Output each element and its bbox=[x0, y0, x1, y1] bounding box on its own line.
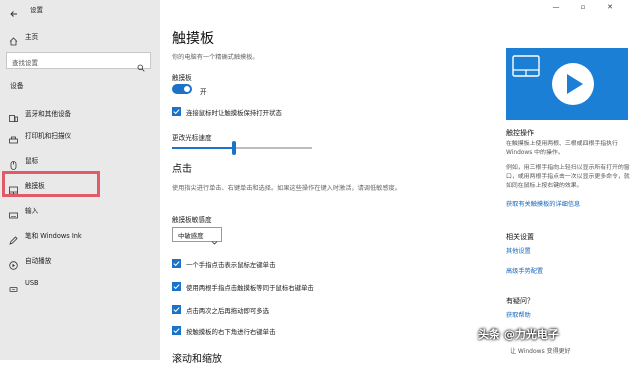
maximize-button[interactable]: ▫ bbox=[573, 3, 593, 13]
touchpad-toggle[interactable] bbox=[172, 84, 192, 94]
keyboard-icon bbox=[9, 205, 18, 219]
speed-label: 更改光标速度 bbox=[172, 134, 212, 142]
sidebar-item-label: 鼠标 bbox=[25, 157, 39, 165]
option-checkbox-3[interactable] bbox=[172, 305, 181, 314]
sidebar-item-pen[interactable]: 笔和 Windows Ink bbox=[0, 225, 160, 245]
watermark: 头条 @力光电子 bbox=[478, 328, 559, 341]
option-label-3: 点击两次之后再拖动即可多选 bbox=[186, 307, 270, 315]
sidebar-item-label: 笔和 Windows Ink bbox=[25, 232, 82, 240]
sidebar-item-input[interactable]: 输入 bbox=[0, 200, 160, 220]
checkmark-icon bbox=[173, 284, 180, 290]
checkmark-icon bbox=[173, 307, 180, 313]
usb-icon bbox=[9, 279, 18, 292]
search-placeholder: 查找设置 bbox=[12, 59, 38, 67]
keep-on-label: 连接鼠标时让触摸板保持打开状态 bbox=[186, 109, 282, 117]
sensitivity-select[interactable]: 中敏感度 bbox=[172, 227, 222, 245]
autoplay-icon bbox=[9, 255, 18, 270]
home-icon bbox=[9, 31, 18, 46]
help-link[interactable]: 获取帮助 bbox=[506, 310, 531, 319]
next-heading: 滚动和缩放 bbox=[172, 354, 222, 365]
mouse-icon bbox=[9, 155, 18, 170]
sidebar-item-bluetooth[interactable]: 蓝牙和其他设备 bbox=[0, 103, 160, 123]
option-label-1: 一个手指点击表示鼠标左键单击 bbox=[186, 261, 276, 269]
touchpad-label: 触摸板 bbox=[172, 74, 192, 82]
sidebar-item-usb[interactable]: USB bbox=[0, 274, 160, 294]
sensitivity-value: 中敏感度 bbox=[178, 232, 204, 240]
sidebar-item-label: 蓝牙和其他设备 bbox=[25, 110, 72, 118]
page-title: 触摸板 bbox=[172, 31, 214, 47]
sidebar-item-label: USB bbox=[25, 279, 39, 287]
related-heading: 相关设置 bbox=[506, 233, 534, 241]
question-heading: 有疑问？ bbox=[506, 297, 534, 305]
sidebar-item-label: 输入 bbox=[25, 207, 39, 215]
window-title: 设置 bbox=[30, 6, 43, 14]
related-link-other[interactable]: 其他设置 bbox=[506, 246, 531, 255]
selection-highlight bbox=[2, 171, 100, 197]
sensitivity-label: 触摸板敏感度 bbox=[172, 216, 212, 224]
pen-icon bbox=[9, 230, 18, 245]
toggle-knob bbox=[184, 86, 190, 92]
sidebar-item-printers[interactable]: 打印机和扫描仪 bbox=[0, 125, 160, 145]
search-input[interactable]: 查找设置 bbox=[6, 52, 151, 72]
speed-slider-fill bbox=[172, 147, 234, 149]
printer-icon bbox=[9, 130, 18, 144]
gesture-link[interactable]: 获取有关触摸板的详细信息 bbox=[506, 199, 580, 208]
sidebar-item-label: 自动播放 bbox=[25, 257, 52, 265]
tap-heading: 点击 bbox=[172, 164, 192, 175]
related-link-advanced[interactable]: 高级手势配置 bbox=[506, 266, 543, 275]
option-label-2: 使用两根手指点击触摸板等同于鼠标右键单击 bbox=[186, 284, 314, 292]
sidebar-item-label: 主页 bbox=[25, 33, 39, 41]
gesture-heading: 触控操作 bbox=[506, 129, 534, 137]
sidebar-item-label: 打印机和扫描仪 bbox=[25, 132, 72, 140]
gesture-video[interactable] bbox=[506, 48, 628, 120]
checkmark-icon bbox=[173, 109, 180, 115]
page-subtitle: 你的电脑有一个精确式触摸板。 bbox=[172, 54, 259, 61]
option-checkbox-1[interactable] bbox=[172, 259, 181, 268]
gesture-text: 在触摸板上使用两根、三根或四根手指执行 Windows 中的操作。 bbox=[506, 141, 618, 156]
chevron-down-icon bbox=[211, 231, 218, 245]
sidebar-item-home[interactable]: 主页 bbox=[0, 26, 160, 46]
search-icon[interactable] bbox=[137, 57, 145, 72]
toggle-state-label: 开 bbox=[200, 88, 207, 96]
option-label-4: 按触摸板的右下角进行右键单击 bbox=[186, 328, 276, 336]
sidebar-item-mouse[interactable]: 鼠标 bbox=[0, 150, 160, 170]
option-checkbox-4[interactable] bbox=[172, 326, 181, 335]
keep-on-checkbox[interactable] bbox=[172, 107, 181, 116]
close-button[interactable]: ✕ bbox=[600, 3, 620, 13]
minimize-button[interactable]: — bbox=[546, 3, 566, 13]
gesture-text-2: 例如，用三根手指向上轻扫以显示所有打开的窗口，或用两根手指点击一次以显示更多命令… bbox=[506, 165, 630, 189]
back-arrow-icon[interactable] bbox=[10, 3, 18, 22]
touchpad-illustration-icon bbox=[512, 55, 594, 105]
section-heading: 设备 bbox=[10, 82, 24, 90]
option-checkbox-2[interactable] bbox=[172, 282, 181, 291]
checkmark-icon bbox=[173, 328, 180, 334]
bluetooth-icon bbox=[9, 108, 18, 122]
watermark-sub: 让 Windows 变得更好 bbox=[510, 348, 571, 355]
speed-slider-thumb[interactable] bbox=[231, 141, 236, 155]
sidebar-item-autoplay[interactable]: 自动播放 bbox=[0, 250, 160, 270]
tap-description: 使用指尖进行单击、右键单击和选择。如果这些操作在键入时激活，请调低敏感度。 bbox=[172, 185, 401, 192]
checkmark-icon bbox=[173, 261, 180, 267]
